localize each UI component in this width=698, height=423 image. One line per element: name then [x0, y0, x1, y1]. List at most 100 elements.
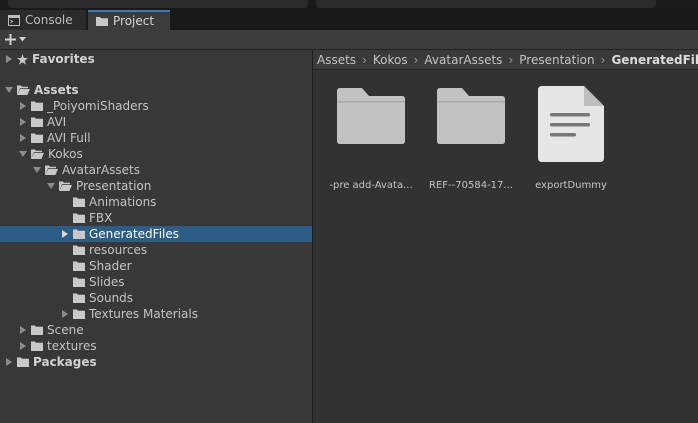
- expand-arrow-down-icon[interactable]: [31, 167, 43, 173]
- tree-item-textures-materials[interactable]: Textures Materials: [0, 306, 312, 322]
- expand-arrow-down-icon[interactable]: [45, 183, 57, 189]
- top-strip-segment: [8, 0, 308, 8]
- tree-item-sounds[interactable]: Sounds: [0, 290, 312, 306]
- folder-icon: [31, 117, 43, 127]
- tree-item-resources[interactable]: resources: [0, 242, 312, 258]
- tree-item-scene[interactable]: Scene: [0, 322, 312, 338]
- expand-arrow-right-icon[interactable]: [17, 326, 29, 334]
- tree-item-label: Scene: [47, 323, 84, 337]
- folder-icon: [31, 325, 43, 335]
- tab-bar: Console Project: [0, 10, 698, 30]
- add-button[interactable]: [5, 32, 26, 47]
- tree-item-avatarassets[interactable]: AvatarAssets: [0, 162, 312, 178]
- breadcrumb-item[interactable]: Presentation: [519, 53, 594, 67]
- expand-arrow-right-icon[interactable]: [17, 118, 29, 126]
- tree-item-label: GeneratedFiles: [89, 227, 179, 241]
- tree-item-label: FBX: [89, 211, 113, 225]
- tree-item-fbx[interactable]: FBX: [0, 210, 312, 226]
- tree-item-label: Favorites: [32, 52, 95, 66]
- tree-item-favorites[interactable]: Favorites: [0, 51, 312, 67]
- expand-arrow-right-icon[interactable]: [3, 55, 15, 63]
- file-item[interactable]: -pre add-Avata...: [323, 88, 419, 191]
- console-icon: [8, 14, 20, 26]
- arrow-shape: [62, 230, 68, 238]
- tree-item-poiyomishaders[interactable]: _PoiyomiShaders: [0, 98, 312, 114]
- folder-open-icon: [31, 149, 44, 159]
- tree-item-animations[interactable]: Animations: [0, 194, 312, 210]
- star-icon: [17, 53, 28, 65]
- tree-item-label: Kokos: [48, 147, 83, 161]
- folder-open-icon: [45, 165, 58, 175]
- breadcrumb-item[interactable]: Assets: [317, 53, 356, 67]
- tree-item-avi-full[interactable]: AVI Full: [0, 130, 312, 146]
- expand-arrow-down-icon[interactable]: [17, 151, 29, 157]
- arrow-shape: [19, 151, 27, 157]
- file-item-label: REF--70584-17...: [429, 180, 513, 191]
- breadcrumb-item[interactable]: AvatarAssets: [424, 53, 502, 67]
- folder-icon: [31, 133, 43, 143]
- project-toolbar: [0, 30, 698, 50]
- chevron-down-icon: [19, 37, 26, 42]
- expand-arrow-right-icon[interactable]: [17, 134, 29, 142]
- tree-item-label: Animations: [89, 195, 157, 209]
- folder-icon: [96, 16, 108, 26]
- arrow-shape: [6, 55, 12, 63]
- folder-icon: [17, 357, 29, 367]
- arrow-shape: [6, 358, 12, 366]
- window-top-strip: [0, 0, 698, 10]
- chevron-right-icon: ›: [362, 52, 367, 67]
- expand-arrow-right-icon[interactable]: [59, 310, 71, 318]
- arrow-shape: [47, 183, 55, 189]
- expand-arrow-right-icon[interactable]: [59, 230, 71, 238]
- tree-item-slides[interactable]: Slides: [0, 274, 312, 290]
- plus-icon: [5, 30, 16, 49]
- tab-console-label: Console: [25, 13, 73, 27]
- arrow-shape: [33, 167, 41, 173]
- tree-item-avi[interactable]: AVI: [0, 114, 312, 130]
- tree-item-label: Packages: [33, 355, 97, 369]
- tree-item-shader[interactable]: Shader: [0, 258, 312, 274]
- folder-open-icon: [17, 85, 30, 95]
- tree-item-label: Assets: [34, 83, 79, 97]
- folder-icon: [31, 101, 43, 111]
- arrow-shape: [20, 342, 26, 350]
- tree-item-label: Shader: [89, 259, 132, 273]
- arrow-shape: [62, 310, 68, 318]
- tree-item-textures[interactable]: textures: [0, 338, 312, 354]
- tree-item-label: AvatarAssets: [62, 163, 141, 177]
- folder-icon: [73, 245, 85, 255]
- tree-item-generatedfiles[interactable]: GeneratedFiles: [0, 226, 312, 242]
- tab-console[interactable]: Console: [0, 10, 87, 30]
- tree-item-label: textures: [47, 339, 97, 353]
- tree-item-presentation[interactable]: Presentation: [0, 178, 312, 194]
- arrow-shape: [20, 134, 26, 142]
- tree-item-label: AVI: [47, 115, 67, 129]
- tree-item-assets[interactable]: Assets: [0, 82, 312, 98]
- breadcrumb-current[interactable]: GeneratedFiles: [611, 53, 698, 67]
- folder-large-icon: [423, 88, 519, 178]
- folder-icon: [73, 261, 85, 271]
- folder-icon: [73, 309, 85, 319]
- expand-arrow-down-icon[interactable]: [3, 87, 15, 93]
- file-item[interactable]: exportDummy: [523, 86, 619, 191]
- tree-item-kokos[interactable]: Kokos: [0, 146, 312, 162]
- folder-icon: [73, 197, 85, 207]
- file-item-label: exportDummy: [535, 180, 607, 191]
- expand-arrow-right-icon[interactable]: [17, 102, 29, 110]
- project-content-panel: Assets › Kokos › AvatarAssets › Presenta…: [313, 50, 698, 423]
- top-strip-segment: [316, 0, 656, 8]
- tree-item-packages[interactable]: Packages: [0, 354, 312, 370]
- tab-project[interactable]: Project: [88, 10, 170, 30]
- breadcrumb-item[interactable]: Kokos: [373, 53, 408, 67]
- project-tree-panel: Favorites Assets _PoiyomiShaders AVI AVI Ful…: [0, 50, 312, 423]
- folder-icon: [73, 213, 85, 223]
- arrow-shape: [5, 87, 13, 93]
- document-icon: [523, 86, 619, 178]
- tree-item-label: Textures Materials: [89, 307, 198, 321]
- tab-project-label: Project: [113, 14, 155, 28]
- file-item-label: -pre add-Avata...: [329, 180, 413, 191]
- file-item[interactable]: REF--70584-17...: [423, 88, 519, 191]
- tree-item-label: Presentation: [76, 179, 152, 193]
- expand-arrow-right-icon[interactable]: [3, 358, 15, 366]
- expand-arrow-right-icon[interactable]: [17, 342, 29, 350]
